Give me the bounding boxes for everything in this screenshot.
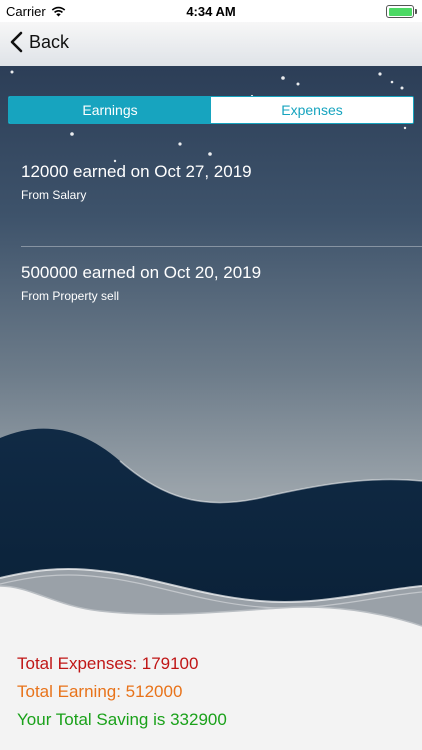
back-button[interactable]: Back bbox=[10, 31, 69, 53]
entry-source: From Salary bbox=[21, 188, 87, 202]
list-item[interactable]: 12000 earned on Oct 27, 2019 From Salary bbox=[0, 146, 422, 247]
earnings-list: 12000 earned on Oct 27, 2019 From Salary… bbox=[0, 146, 422, 348]
earnings-expenses-toggle[interactable]: Earnings Expenses bbox=[8, 96, 414, 124]
total-expenses-label: Total Expenses: 179100 bbox=[17, 654, 199, 673]
list-item[interactable]: 500000 earned on Oct 20, 2019 From Prope… bbox=[0, 247, 422, 348]
navigation-bar: Back bbox=[0, 22, 422, 66]
battery-icon bbox=[386, 5, 417, 18]
tab-earnings[interactable]: Earnings bbox=[9, 97, 211, 123]
chevron-left-icon bbox=[10, 31, 23, 53]
entry-source: From Property sell bbox=[21, 289, 120, 303]
entry-title: 500000 earned on Oct 20, 2019 bbox=[21, 263, 262, 282]
entry-title: 12000 earned on Oct 27, 2019 bbox=[21, 162, 252, 181]
main-content: Earnings Expenses 12000 earned on Oct 27… bbox=[0, 66, 422, 750]
back-label: Back bbox=[29, 31, 70, 52]
total-saving-label: Your Total Saving is 332900 bbox=[17, 710, 227, 729]
total-earning-label: Total Earning: 512000 bbox=[17, 682, 183, 701]
totals-summary: Total Expenses: 179100 Total Earning: 51… bbox=[17, 650, 227, 734]
clock: 4:34 AM bbox=[186, 4, 236, 19]
status-bar: Carrier 4:34 AM bbox=[0, 0, 422, 22]
tab-expenses[interactable]: Expenses bbox=[211, 97, 413, 123]
